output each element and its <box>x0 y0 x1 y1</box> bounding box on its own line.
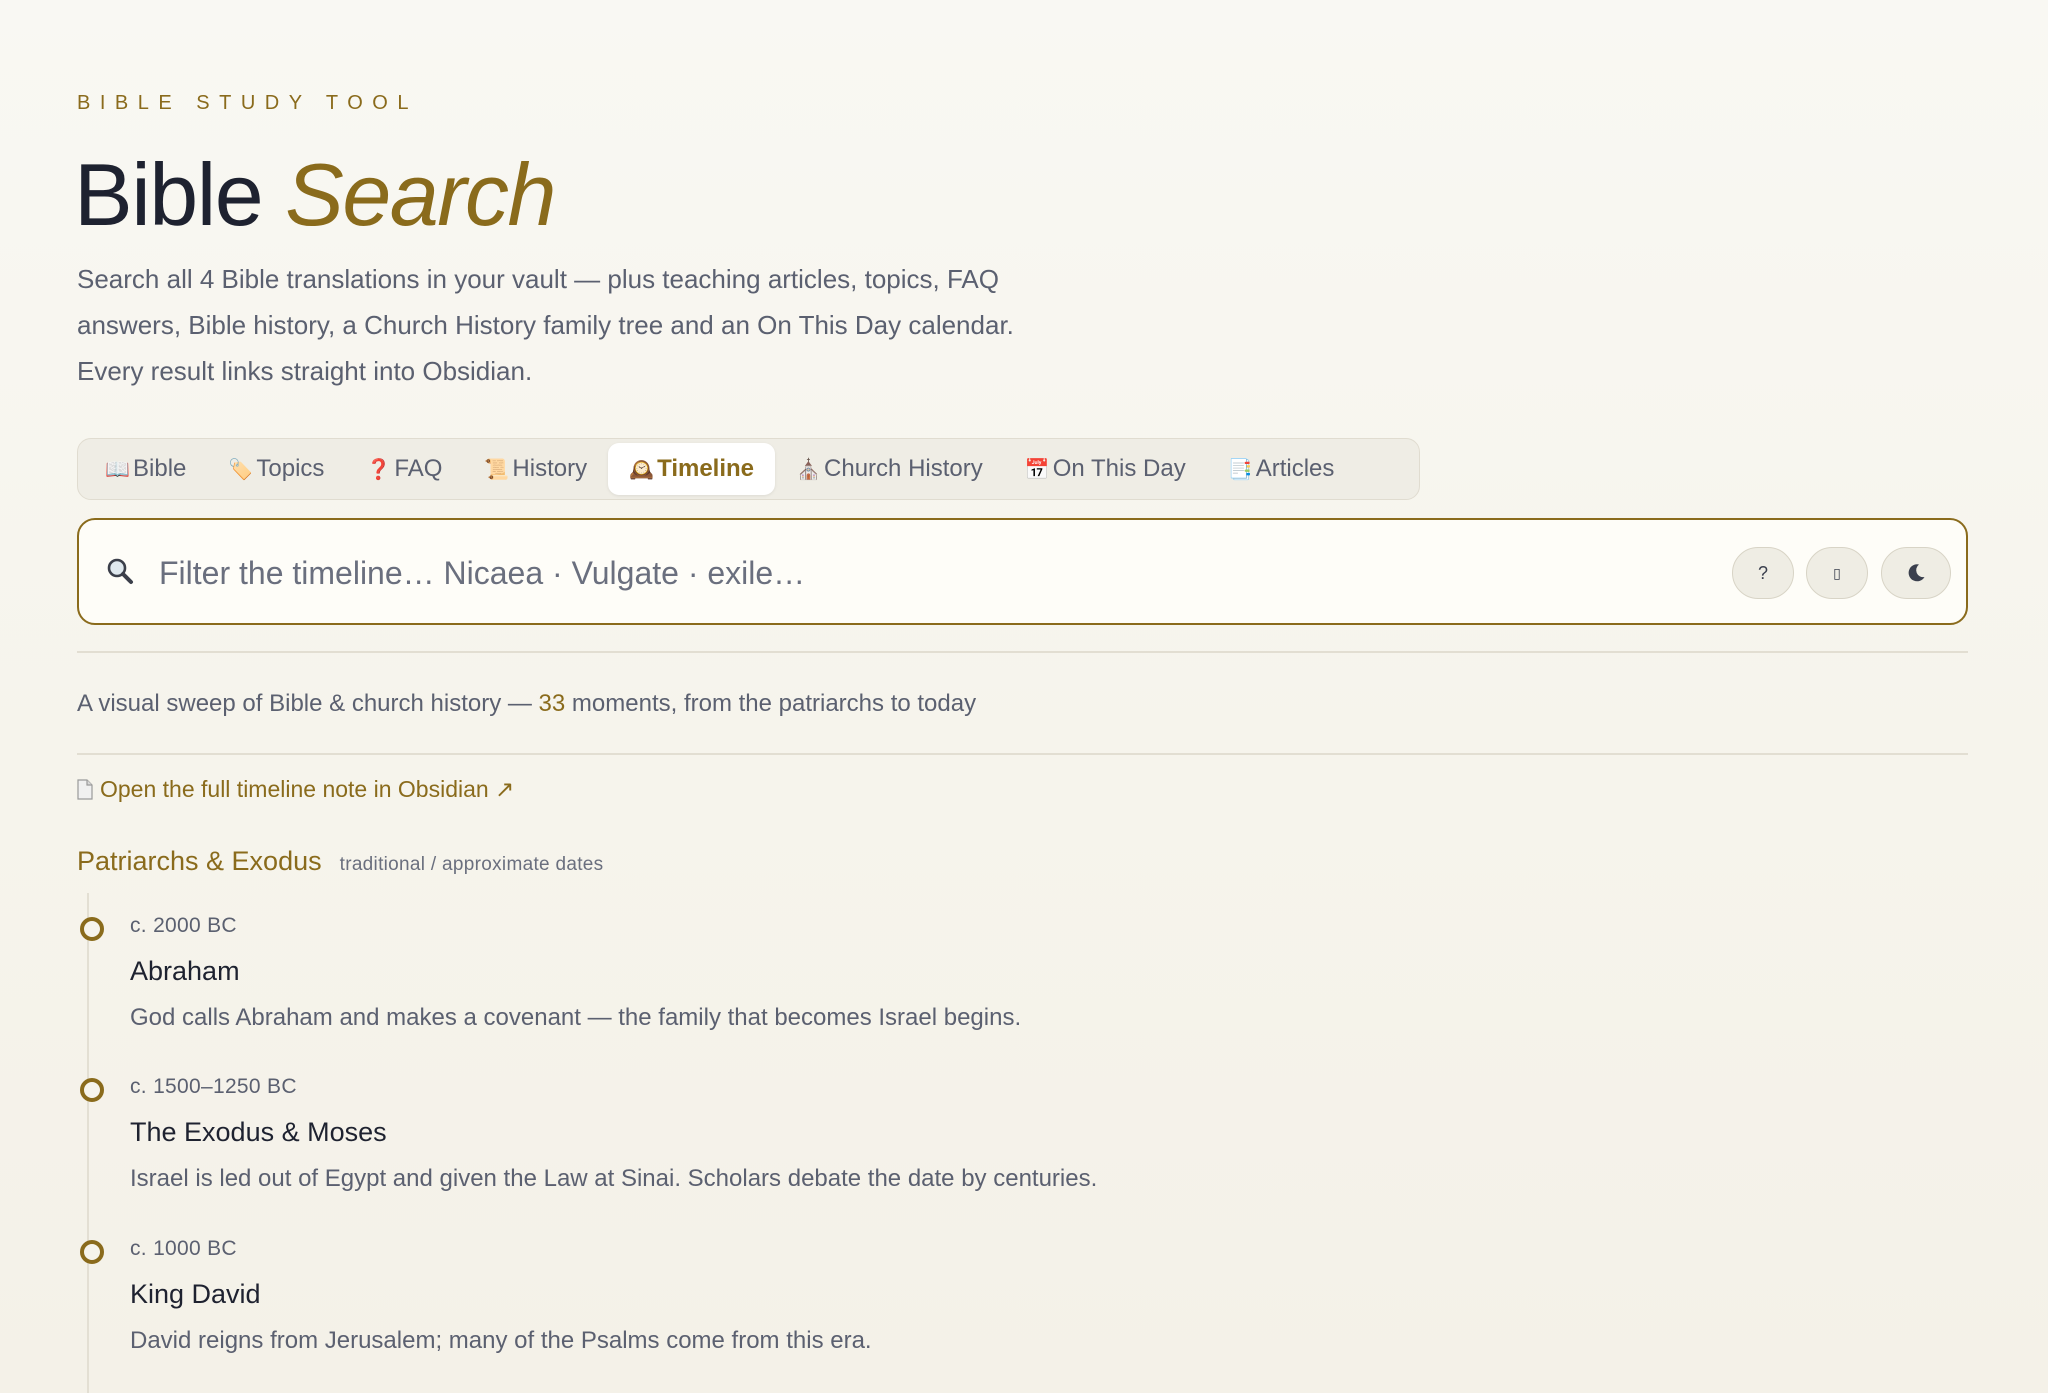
help-button-label: ? <box>1757 562 1768 583</box>
open-link-label: Open the full timeline note in Obsidian … <box>100 776 515 802</box>
intro-line: Every result links straight into Obsidia… <box>77 356 533 386</box>
event-name: King David <box>130 1279 261 1309</box>
event-name: The Exodus & Moses <box>130 1117 387 1147</box>
title-main: Bible <box>74 145 264 244</box>
search-icon <box>107 558 133 584</box>
event-description: God calls Abraham and makes a covenant —… <box>130 1004 1022 1031</box>
tab-label: Church History <box>824 455 983 482</box>
open-book-icon: 📖 <box>105 458 130 481</box>
open-timeline-note-link[interactable]: Open the full timeline note in Obsidian … <box>77 776 514 803</box>
tab-label: Bible <box>133 455 187 482</box>
intro-line: answers, Bible history, a Church History… <box>77 310 1014 340</box>
tab-history[interactable]: 📜 History <box>463 443 608 495</box>
search-input[interactable] <box>157 548 1661 598</box>
tab-label: History <box>512 455 588 482</box>
tab-topics[interactable]: 🏷️ Topics <box>207 443 345 495</box>
moment-count: 33 <box>538 690 566 717</box>
intro-text: Search all 4 Bible translations in your … <box>77 256 1117 394</box>
document-icon: 📑 <box>1227 458 1253 481</box>
moon-icon <box>1908 564 1925 582</box>
search-box: ? ▯ <box>77 518 1968 625</box>
summary-suffix: moments, from the patriarchs to today <box>565 690 977 717</box>
summary-prefix: A visual sweep of Bible & church history… <box>77 690 539 717</box>
help-button[interactable]: ? <box>1732 547 1794 599</box>
layout-icon: ▯ <box>1833 564 1841 581</box>
era-note: traditional / approximate dates <box>339 854 604 875</box>
theme-toggle-button[interactable] <box>1881 547 1951 599</box>
tab-label: Timeline <box>657 455 755 482</box>
church-icon: ⛪ <box>796 458 821 481</box>
tab-church-history[interactable]: ⛪ Church History <box>775 443 1004 495</box>
tab-label: On This Day <box>1052 455 1186 482</box>
scroll-icon: 📜 <box>484 458 510 481</box>
tab-faq[interactable]: ❓ FAQ <box>345 443 463 495</box>
document-icon <box>77 779 93 800</box>
era-heading: Patriarchs & Exodus traditional / approx… <box>77 846 603 877</box>
timeline-rail <box>87 893 89 1393</box>
intro-line: Search all 4 Bible translations in your … <box>77 264 999 294</box>
tab-articles[interactable]: 📑 Articles <box>1207 443 1356 495</box>
era-name: Patriarchs & Exodus <box>77 846 322 876</box>
clock-icon: 🕰️ <box>629 458 654 481</box>
title-accent: Search <box>285 145 556 244</box>
timeline-marker <box>80 1078 104 1102</box>
tab-label: FAQ <box>394 455 443 482</box>
question-icon: ❓ <box>366 458 392 481</box>
eyebrow-label: BIBLE STUDY TOOL <box>77 92 418 114</box>
tab-timeline[interactable]: 🕰️ Timeline <box>608 443 776 495</box>
tab-label: Articles <box>1255 455 1335 482</box>
timeline-summary: A visual sweep of Bible & church history… <box>77 690 976 718</box>
tab-bible[interactable]: 📖 Bible <box>84 443 207 495</box>
divider <box>77 753 1968 755</box>
timeline-marker <box>80 1240 104 1264</box>
event-description: Israel is led out of Egypt and given the… <box>130 1165 1098 1192</box>
page-title: Bible Search <box>74 145 556 245</box>
tab-label: Topics <box>256 455 325 482</box>
calendar-icon: 📅 <box>1024 458 1050 481</box>
divider <box>77 651 1968 653</box>
tab-bar: 📖 Bible 🏷️ Topics ❓ FAQ 📜 History 🕰️ Tim… <box>77 438 1420 500</box>
tab-on-this-day[interactable]: 📅 On This Day <box>1004 443 1207 495</box>
event-date: c. 2000 BC <box>130 914 237 937</box>
event-date: c. 1000 BC <box>130 1237 237 1260</box>
layout-toggle-button[interactable]: ▯ <box>1806 547 1868 599</box>
tag-icon: 🏷️ <box>228 458 254 481</box>
timeline-marker <box>80 917 104 941</box>
event-name: Abraham <box>130 956 240 986</box>
event-description: David reigns from Jerusalem; many of the… <box>130 1327 872 1354</box>
event-date: c. 1500–1250 BC <box>130 1075 297 1098</box>
